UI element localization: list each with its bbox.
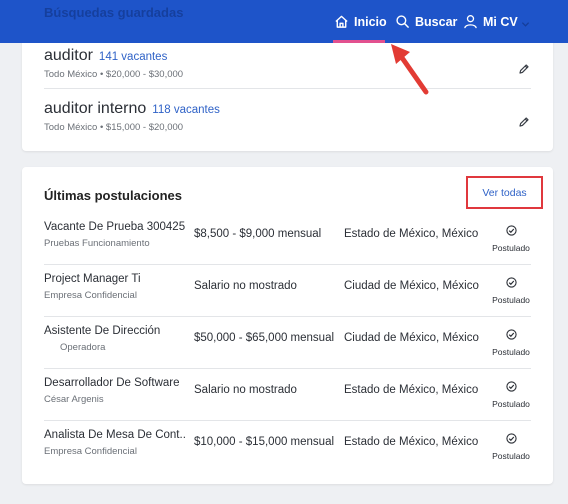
section-title: Últimas postulaciones bbox=[44, 188, 182, 203]
status: Postulado bbox=[491, 275, 531, 305]
saved-searches-title: Búsquedas guardadas bbox=[44, 5, 184, 20]
check-circle-icon bbox=[505, 327, 517, 344]
nav-mi-cv[interactable]: Mi CV bbox=[463, 0, 518, 43]
check-circle-icon bbox=[505, 431, 517, 448]
application-row[interactable]: Project Manager Ti Empresa Confidencial … bbox=[44, 264, 531, 316]
job-title[interactable]: Project Manager Ti bbox=[44, 273, 186, 285]
saved-search-query: auditor interno bbox=[44, 100, 147, 117]
status-label: Postulado bbox=[492, 399, 530, 409]
status-label: Postulado bbox=[492, 295, 530, 305]
location: Ciudad de México, México bbox=[344, 332, 479, 344]
divider bbox=[44, 88, 531, 89]
nav-inicio-label: Inicio bbox=[354, 14, 387, 29]
saved-search-query: auditor bbox=[44, 47, 93, 64]
chevron-down-icon[interactable] bbox=[521, 16, 530, 34]
status: Postulado bbox=[491, 327, 531, 357]
see-all-link[interactable]: Ver todas bbox=[466, 176, 543, 209]
home-icon bbox=[334, 14, 349, 29]
check-circle-icon bbox=[505, 275, 517, 292]
application-row[interactable]: Vacante De Prueba 300425 Pruebas Funcion… bbox=[44, 212, 531, 264]
status: Postulado bbox=[491, 431, 531, 461]
saved-search-item[interactable]: auditor interno 118 vacantes Todo México … bbox=[44, 100, 530, 133]
active-tab-indicator bbox=[333, 40, 385, 43]
user-icon bbox=[463, 14, 478, 29]
location: Estado de México, México bbox=[344, 436, 479, 448]
check-circle-icon bbox=[505, 379, 517, 396]
pencil-icon[interactable] bbox=[518, 115, 530, 133]
pencil-icon[interactable] bbox=[518, 62, 530, 80]
annotation-arrow-icon bbox=[391, 44, 429, 95]
job-title[interactable]: Analista De Mesa De Cont... bbox=[44, 429, 186, 441]
application-row[interactable]: Analista De Mesa De Cont... Empresa Conf… bbox=[44, 420, 531, 472]
status-label: Postulado bbox=[492, 451, 530, 461]
saved-search-item[interactable]: auditor 141 vacantes Todo México • $20,00… bbox=[44, 47, 530, 80]
application-row[interactable]: Asistente De Dirección Operadora $50,000… bbox=[44, 316, 531, 368]
nav-buscar-label: Buscar bbox=[415, 14, 458, 29]
saved-search-meta: Todo México • $20,000 - $30,000 bbox=[44, 69, 184, 80]
job-title[interactable]: Asistente De Dirección bbox=[44, 325, 186, 337]
company-name: Empresa Confidencial bbox=[44, 290, 137, 301]
saved-search-meta: Todo México • $15,000 - $20,000 bbox=[44, 122, 184, 133]
location: Ciudad de México, México bbox=[344, 280, 479, 292]
application-row[interactable]: Desarrollador De Software César Argenis … bbox=[44, 368, 531, 420]
status: Postulado bbox=[491, 223, 531, 253]
job-title[interactable]: Desarrollador De Software bbox=[44, 377, 186, 389]
status: Postulado bbox=[491, 379, 531, 409]
job-title[interactable]: Vacante De Prueba 300425 bbox=[44, 221, 186, 233]
top-nav-bar: Búsquedas guardadas Inicio Buscar Mi CV bbox=[0, 0, 568, 43]
location: Estado de México, México bbox=[344, 384, 479, 396]
salary: Salario no mostrado bbox=[194, 384, 297, 396]
applications-card: Últimas postulaciones Ver todas Vacante … bbox=[22, 167, 553, 484]
salary: $50,000 - $65,000 mensual bbox=[194, 332, 335, 344]
check-circle-icon bbox=[505, 223, 517, 240]
nav-mi-cv-label: Mi CV bbox=[483, 14, 518, 29]
location: Estado de México, México bbox=[344, 228, 479, 240]
company-name: Pruebas Funcionamiento bbox=[44, 238, 150, 249]
salary: Salario no mostrado bbox=[194, 280, 297, 292]
nav-inicio[interactable]: Inicio bbox=[334, 0, 387, 43]
company-name: Operadora bbox=[60, 342, 106, 353]
salary: $8,500 - $9,000 mensual bbox=[194, 228, 322, 240]
nav-buscar[interactable]: Buscar bbox=[395, 0, 457, 43]
salary: $10,000 - $15,000 mensual bbox=[194, 436, 335, 448]
status-label: Postulado bbox=[492, 347, 530, 357]
company-name: César Argenis bbox=[44, 394, 104, 405]
saved-search-count-link[interactable]: 118 vacantes bbox=[152, 104, 220, 116]
search-icon bbox=[395, 14, 410, 29]
status-label: Postulado bbox=[492, 243, 530, 253]
company-name: Empresa Confidencial bbox=[44, 446, 137, 457]
saved-search-count-link[interactable]: 141 vacantes bbox=[99, 51, 167, 63]
